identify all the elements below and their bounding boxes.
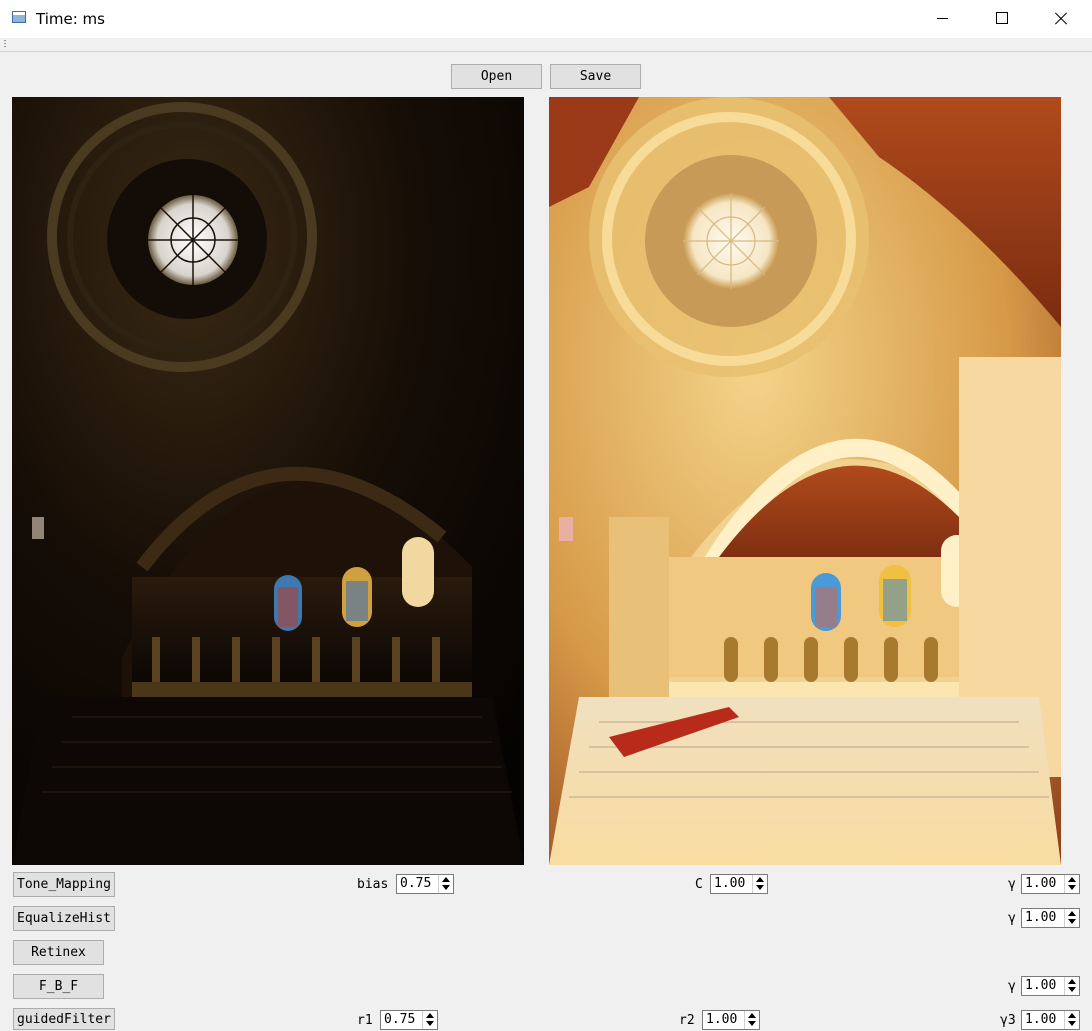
guided-filter-button[interactable]: guidedFilter	[13, 1008, 115, 1030]
equalize-gamma-value[interactable]: 1.00	[1025, 910, 1056, 926]
equalize-hist-button[interactable]: EqualizeHist	[13, 906, 115, 931]
app-window-icon	[12, 11, 26, 23]
c-spinbox[interactable]: 1.00	[710, 874, 768, 894]
tone-gamma-spinbox[interactable]: 1.00	[1021, 874, 1080, 894]
c-value[interactable]: 1.00	[714, 876, 745, 892]
bias-label: bias	[357, 877, 389, 892]
open-button[interactable]: Open	[451, 64, 542, 89]
title-bar: Time: ms	[0, 0, 1092, 39]
r1-spin-arrows-icon[interactable]	[422, 1011, 437, 1029]
minimize-icon[interactable]	[914, 0, 972, 38]
gamma3-spinbox[interactable]: 1.00	[1021, 1010, 1080, 1030]
r1-label: r1	[357, 1013, 373, 1028]
original-image	[12, 97, 524, 865]
c-spin-arrows-icon[interactable]	[752, 875, 767, 893]
equalize-gamma-spin-arrows-icon[interactable]	[1064, 909, 1079, 927]
tone-gamma-value[interactable]: 1.00	[1025, 876, 1056, 892]
result-image	[549, 97, 1061, 865]
toolbar-grip-icon[interactable]	[4, 40, 6, 48]
gamma3-value[interactable]: 1.00	[1025, 1012, 1056, 1028]
retinex-button[interactable]: Retinex	[13, 940, 104, 965]
fbf-button[interactable]: F_B_F	[13, 974, 104, 999]
r2-label: r2	[679, 1013, 695, 1028]
r2-value[interactable]: 1.00	[706, 1012, 737, 1028]
gamma3-spin-arrows-icon[interactable]	[1064, 1011, 1079, 1029]
gamma3-label: γ3	[1000, 1013, 1016, 1028]
tone-gamma-label: γ	[1008, 877, 1016, 892]
r1-spinbox[interactable]: 0.75	[380, 1010, 438, 1030]
close-icon[interactable]	[1031, 0, 1089, 38]
fbf-gamma-spin-arrows-icon[interactable]	[1064, 977, 1079, 995]
c-label: C	[695, 877, 703, 892]
bias-spinbox[interactable]: 0.75	[396, 874, 454, 894]
window-title: Time: ms	[36, 10, 105, 28]
fbf-gamma-label: γ	[1008, 979, 1016, 994]
r2-spin-arrows-icon[interactable]	[744, 1011, 759, 1029]
tone-gamma-spin-arrows-icon[interactable]	[1064, 875, 1079, 893]
save-button[interactable]: Save	[550, 64, 641, 89]
toolbar-strip	[0, 38, 1092, 52]
fbf-gamma-spinbox[interactable]: 1.00	[1021, 976, 1080, 996]
equalize-gamma-label: γ	[1008, 911, 1016, 926]
r1-value[interactable]: 0.75	[384, 1012, 415, 1028]
bias-value[interactable]: 0.75	[400, 876, 431, 892]
r2-spinbox[interactable]: 1.00	[702, 1010, 760, 1030]
equalize-gamma-spinbox[interactable]: 1.00	[1021, 908, 1080, 928]
maximize-icon[interactable]	[972, 0, 1030, 38]
fbf-gamma-value[interactable]: 1.00	[1025, 978, 1056, 994]
bias-spin-arrows-icon[interactable]	[438, 875, 453, 893]
tone-mapping-button[interactable]: Tone_Mapping	[13, 872, 115, 897]
